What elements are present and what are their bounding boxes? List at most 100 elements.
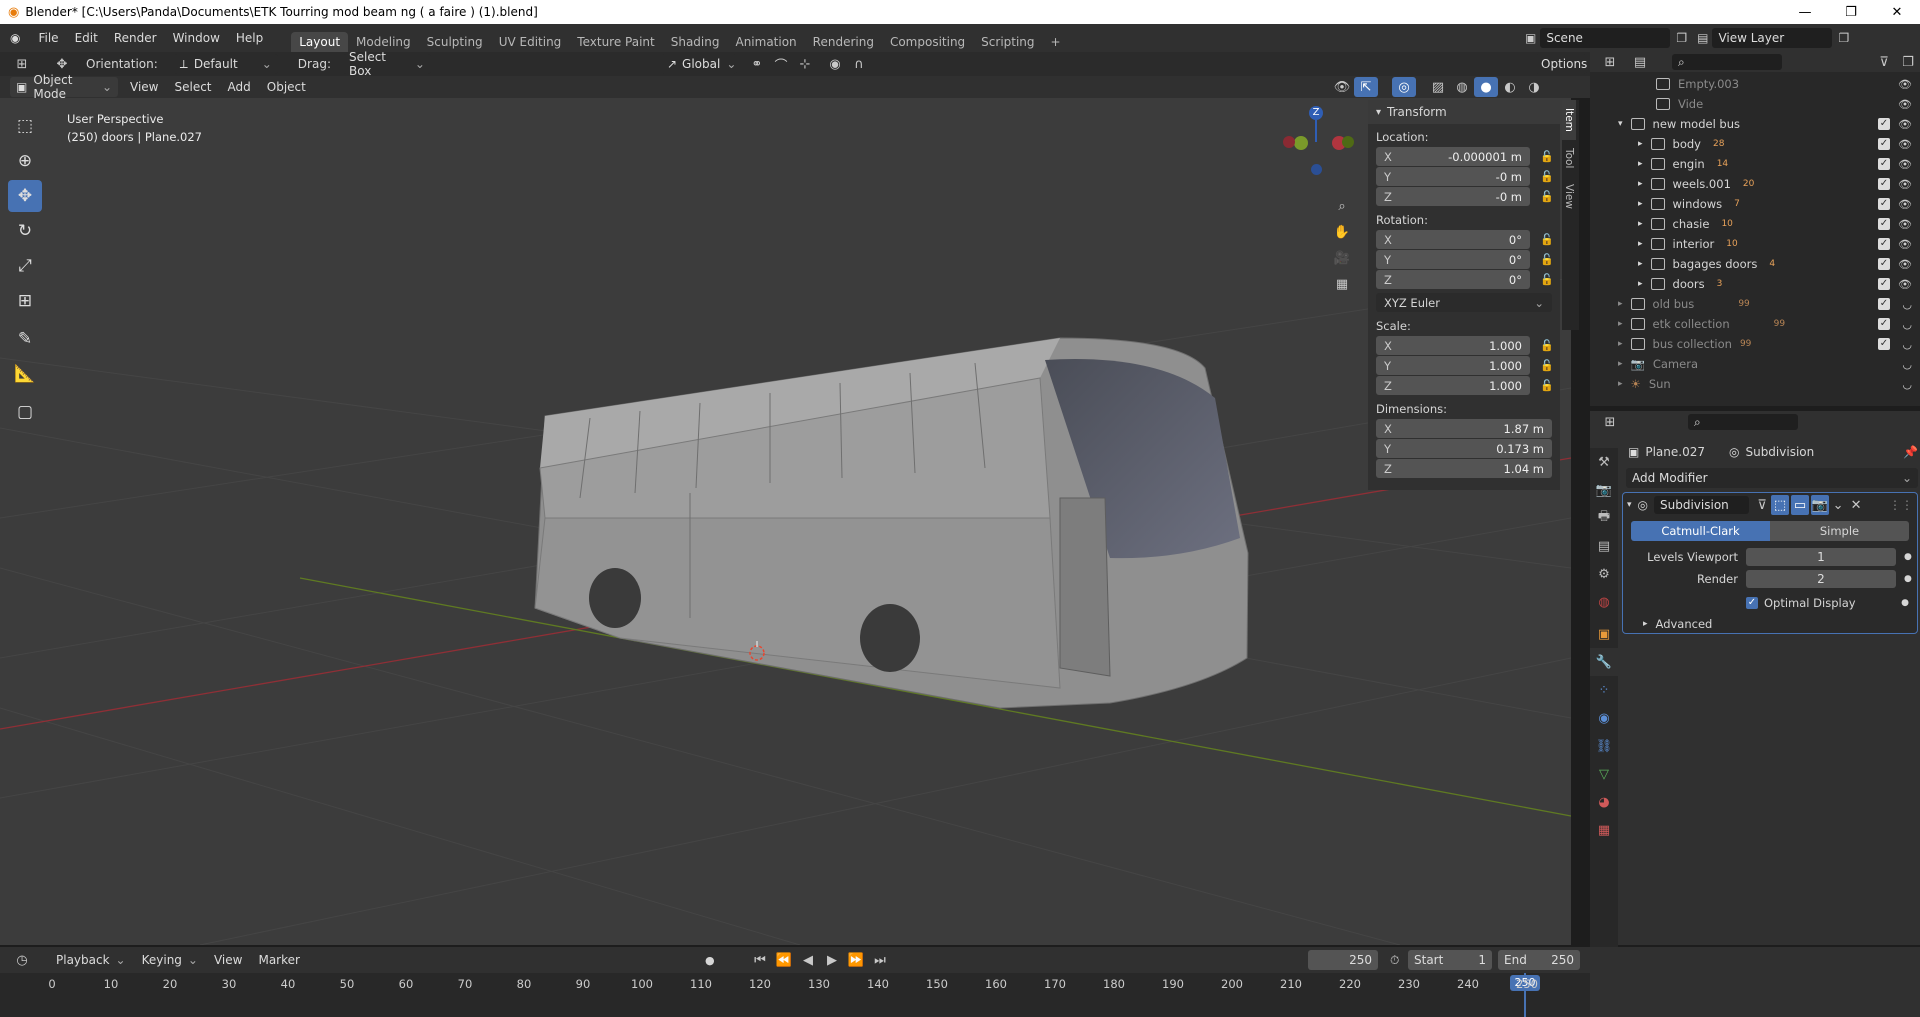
- menu-file[interactable]: File: [30, 31, 66, 45]
- gizmo-z-axis[interactable]: Z: [1309, 106, 1323, 120]
- outliner-row[interactable]: ▸ chasie 10 ✓ 👁: [1590, 214, 1920, 234]
- display-mode-icon[interactable]: ▤: [1628, 52, 1652, 72]
- tab-compositing[interactable]: Compositing: [882, 32, 973, 52]
- remove-modifier-icon[interactable]: ✕: [1847, 495, 1865, 515]
- texture-props-icon[interactable]: ▦: [1590, 816, 1618, 844]
- lock-icon[interactable]: 🔓: [1540, 359, 1554, 372]
- tool-props-icon[interactable]: ⚒: [1590, 448, 1618, 476]
- viewport-menu-select[interactable]: Select: [166, 80, 219, 94]
- hidden-eye-icon[interactable]: ◡: [1902, 338, 1912, 351]
- outliner-row[interactable]: ▸ weels.001 20 ✓ 👁: [1590, 174, 1920, 194]
- rotate-tool-icon[interactable]: ↻: [8, 215, 42, 247]
- exclude-checkbox[interactable]: ✓: [1878, 338, 1890, 350]
- lock-icon[interactable]: 🔓: [1540, 170, 1554, 183]
- scale-y-field[interactable]: Y 1.000: [1376, 356, 1530, 375]
- levels-viewport-field[interactable]: 1: [1746, 548, 1896, 566]
- outliner-row[interactable]: ▸ etk collection 99 ✓ ◡: [1590, 314, 1920, 334]
- new-view-layer-icon[interactable]: ❐: [1838, 31, 1849, 45]
- scene-icon[interactable]: ▣: [1525, 31, 1536, 45]
- menu-render[interactable]: Render: [106, 31, 165, 45]
- location-y-field[interactable]: Y -0 m: [1376, 167, 1530, 186]
- scene-selector[interactable]: Scene: [1540, 28, 1671, 48]
- constraints-props-icon[interactable]: ⛓: [1590, 732, 1618, 760]
- mode-dropdown[interactable]: ▣ Object Mode: [10, 73, 118, 101]
- annotate-tool-icon[interactable]: ✎: [8, 323, 42, 355]
- gizmo-neg-y-axis[interactable]: [1342, 136, 1354, 148]
- menu-edit[interactable]: Edit: [67, 31, 106, 45]
- orientation-dropdown[interactable]: ⟂ Default: [173, 54, 278, 74]
- tab-shading[interactable]: Shading: [663, 32, 728, 52]
- hidden-eye-icon[interactable]: ◡: [1902, 358, 1912, 371]
- lock-icon[interactable]: 🔓: [1540, 379, 1554, 392]
- frame-ruler[interactable]: 250 0 10 20 30 40 50 60 70 80 90 100 110 120 130 140 15…: [0, 973, 1590, 1017]
- eye-icon[interactable]: 👁: [1898, 158, 1912, 171]
- exclude-checkbox[interactable]: ✓: [1878, 218, 1890, 230]
- restore-icon[interactable]: ❐: [1828, 5, 1874, 20]
- scale-z-field[interactable]: Z 1.000: [1376, 376, 1530, 395]
- keyframe-dot-icon[interactable]: ●: [1904, 574, 1912, 584]
- tab-scripting[interactable]: Scripting: [973, 32, 1042, 52]
- add-cube-tool-icon[interactable]: ▢: [8, 396, 42, 428]
- lock-icon[interactable]: 🔓: [1540, 233, 1554, 246]
- properties-search-input[interactable]: ⌕: [1688, 414, 1798, 430]
- camera-view-icon[interactable]: 🎥: [1330, 248, 1354, 268]
- solid-shading-icon[interactable]: ●: [1474, 77, 1498, 97]
- eye-icon[interactable]: 👁: [1898, 78, 1912, 91]
- outliner-row[interactable]: ▸ ☀ Sun ◡: [1590, 374, 1920, 394]
- drag-dropdown[interactable]: Select Box: [342, 50, 431, 78]
- outliner-row[interactable]: ▸ body 28 ✓ 👁: [1590, 134, 1920, 154]
- edit-mode-toggle-icon[interactable]: ⊽: [1753, 495, 1771, 515]
- eye-icon[interactable]: 👁: [1898, 178, 1912, 191]
- transform-panel-header[interactable]: ▾ Transform: [1368, 100, 1560, 124]
- render-toggle-icon[interactable]: 📷: [1811, 495, 1830, 515]
- location-z-field[interactable]: Z -0 m: [1376, 187, 1530, 206]
- object-props-icon[interactable]: ▣: [1590, 620, 1618, 648]
- dimensions-y-field[interactable]: Y 0.173 m: [1376, 439, 1552, 458]
- snap-icon[interactable]: ⌒: [769, 54, 793, 74]
- visibility-icon[interactable]: 👁: [1330, 77, 1354, 97]
- outliner-row[interactable]: ▸ bagages doors 4 ✓ 👁: [1590, 254, 1920, 274]
- chevron-down-icon[interactable]: ⌄: [1829, 495, 1847, 515]
- dimensions-z-field[interactable]: Z 1.04 m: [1376, 459, 1552, 478]
- next-keyframe-icon[interactable]: ⏩: [844, 950, 868, 970]
- lock-icon[interactable]: 🔓: [1540, 253, 1554, 266]
- scale-x-field[interactable]: X 1.000: [1376, 336, 1530, 355]
- exclude-checkbox[interactable]: ✓: [1878, 298, 1890, 310]
- optimal-display-checkbox[interactable]: ✓: [1746, 597, 1758, 609]
- rotation-z-field[interactable]: Z 0°: [1376, 270, 1530, 289]
- lock-icon[interactable]: 🔓: [1540, 273, 1554, 286]
- eye-icon[interactable]: 👁: [1898, 198, 1912, 211]
- location-x-field[interactable]: X -0.000001 m: [1376, 147, 1530, 166]
- eye-icon[interactable]: 👁: [1898, 238, 1912, 251]
- gizmo-toggle-icon[interactable]: ⇱: [1354, 77, 1378, 97]
- lock-icon[interactable]: 🔓: [1540, 339, 1554, 352]
- gizmo-neg-z-axis[interactable]: [1311, 164, 1322, 175]
- viewport-toggle-icon[interactable]: ▭: [1791, 495, 1810, 515]
- material-props-icon[interactable]: ◕: [1590, 788, 1618, 816]
- outliner-search-input[interactable]: ⌕: [1672, 54, 1782, 70]
- ortho-toggle-icon[interactable]: ▦: [1330, 274, 1354, 294]
- outliner-row[interactable]: ▸ doors 3 ✓ 👁: [1590, 274, 1920, 294]
- cursor-tool-icon[interactable]: ⊕: [8, 145, 42, 177]
- simple-button[interactable]: Simple: [1770, 521, 1909, 541]
- timeline-editor-type-icon[interactable]: ◷: [10, 950, 34, 970]
- lock-icon[interactable]: 🔓: [1540, 150, 1554, 163]
- eye-icon[interactable]: 👁: [1898, 118, 1912, 131]
- tab-uv-editing[interactable]: UV Editing: [491, 32, 570, 52]
- particles-props-icon[interactable]: ⁘: [1590, 676, 1618, 704]
- physics-props-icon[interactable]: ◉: [1590, 704, 1618, 732]
- close-icon[interactable]: ✕: [1874, 5, 1920, 20]
- timeline-view-menu[interactable]: View: [206, 953, 250, 967]
- rotation-mode-dropdown[interactable]: XYZ Euler: [1376, 293, 1552, 312]
- tab-rendering[interactable]: Rendering: [805, 32, 882, 52]
- playback-menu[interactable]: Playback: [48, 953, 134, 967]
- exclude-checkbox[interactable]: ✓: [1878, 198, 1890, 210]
- play-reverse-icon[interactable]: ◀: [796, 950, 820, 970]
- add-modifier-dropdown[interactable]: Add Modifier: [1626, 468, 1918, 488]
- eye-icon[interactable]: 👁: [1898, 218, 1912, 231]
- blender-menu-icon[interactable]: ◉: [0, 31, 30, 45]
- transform-orientation-dropdown[interactable]: ↗ Global: [660, 54, 737, 74]
- outliner-row[interactable]: ▸ windows 7 ✓ 👁: [1590, 194, 1920, 214]
- eye-icon[interactable]: 👁: [1898, 138, 1912, 151]
- exclude-checkbox[interactable]: ✓: [1878, 258, 1890, 270]
